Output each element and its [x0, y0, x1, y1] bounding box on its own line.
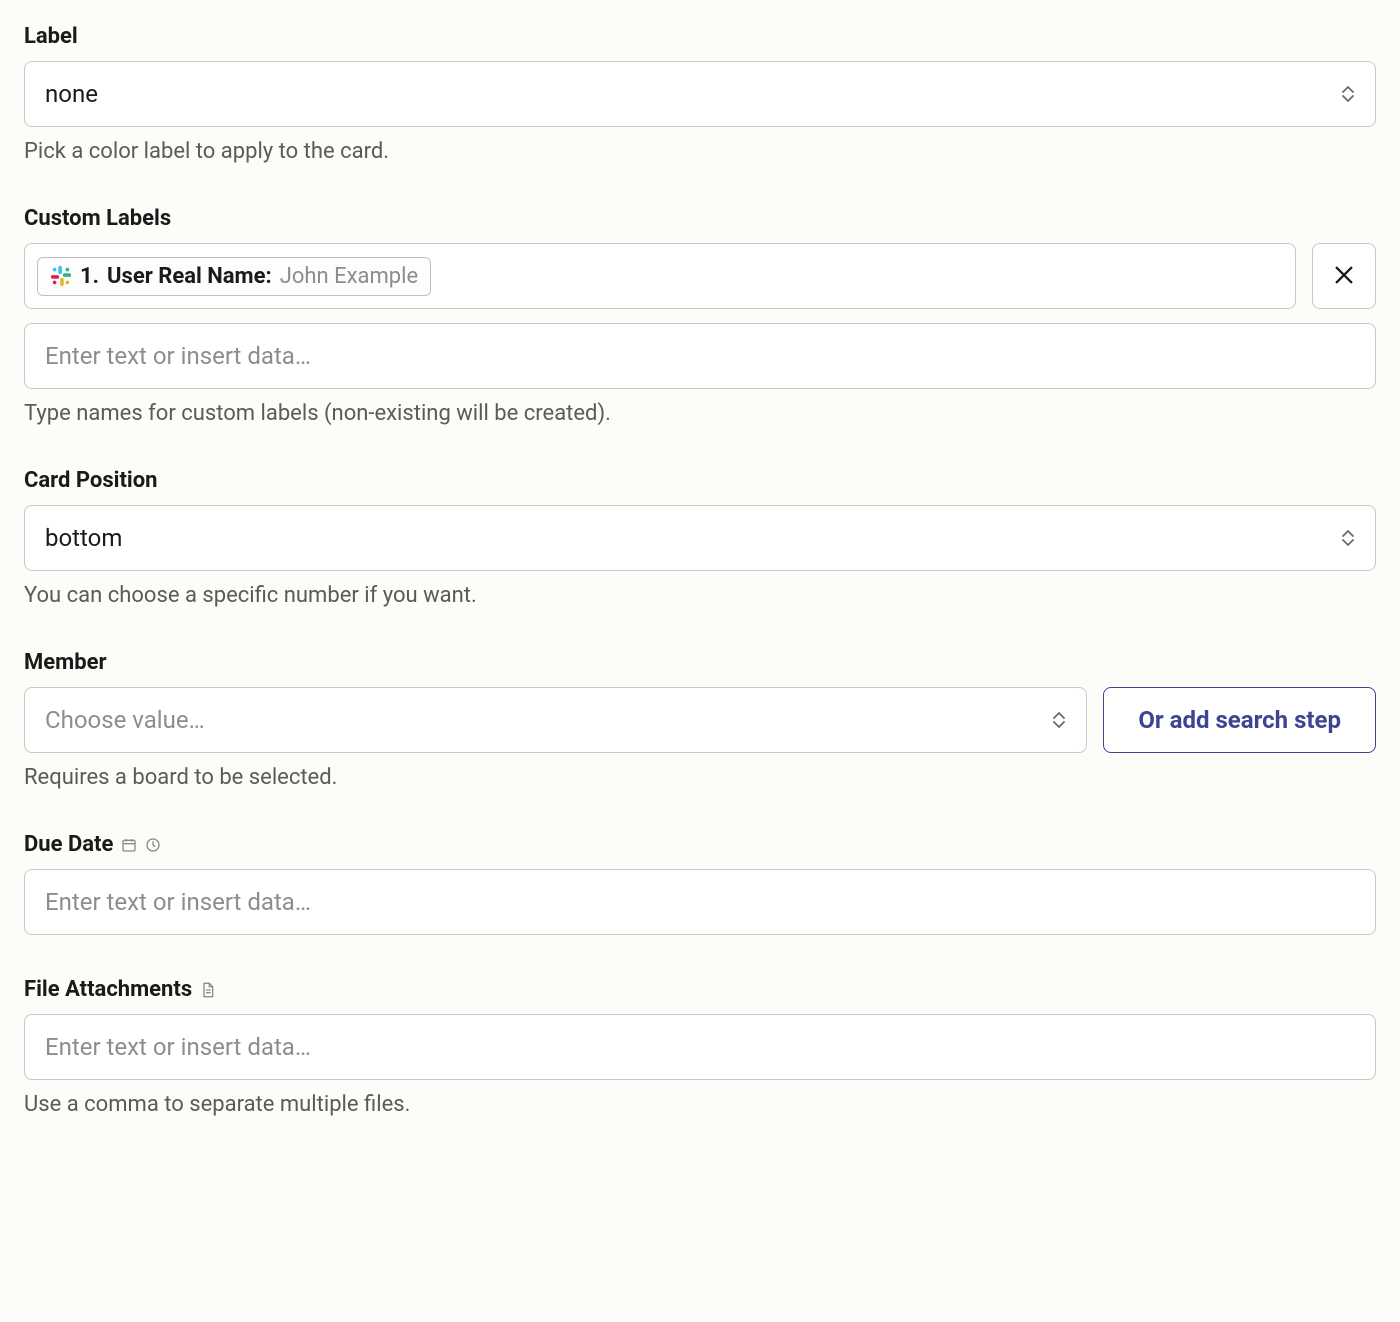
- select-arrows-icon: [1339, 81, 1357, 107]
- label-help: Pick a color label to apply to the card.: [24, 139, 1376, 164]
- label-select-value: none: [45, 80, 98, 108]
- calendar-icon: [121, 837, 137, 853]
- due-date-input[interactable]: [24, 869, 1376, 935]
- clock-icon: [145, 837, 161, 853]
- label-title: Label: [24, 24, 1376, 49]
- file-attachments-input[interactable]: [24, 1014, 1376, 1080]
- card-position-select[interactable]: bottom: [24, 505, 1376, 571]
- file-attachments-title-row: File Attachments: [24, 977, 1376, 1002]
- member-help: Requires a board to be selected.: [24, 765, 1376, 790]
- custom-labels-title: Custom Labels: [24, 206, 1376, 231]
- due-date-title: Due Date: [24, 832, 113, 857]
- member-select[interactable]: Choose value…: [24, 687, 1087, 753]
- custom-labels-pill[interactable]: 1. User Real Name: John Example: [37, 257, 431, 296]
- member-placeholder: Choose value…: [45, 706, 205, 734]
- field-member: Member Choose value… Or add search step …: [24, 650, 1376, 790]
- pill-value: John Example: [280, 264, 418, 289]
- file-attachments-title: File Attachments: [24, 977, 192, 1002]
- add-search-step-button[interactable]: Or add search step: [1103, 687, 1376, 753]
- file-attachments-help: Use a comma to separate multiple files.: [24, 1092, 1376, 1117]
- custom-labels-value-input[interactable]: 1. User Real Name: John Example: [24, 243, 1296, 309]
- field-file-attachments: File Attachments Use a comma to separate…: [24, 977, 1376, 1117]
- field-label: Label none Pick a color label to apply t…: [24, 24, 1376, 164]
- select-arrows-icon: [1050, 707, 1068, 733]
- field-card-position: Card Position bottom You can choose a sp…: [24, 468, 1376, 608]
- custom-labels-add-input[interactable]: [24, 323, 1376, 389]
- due-date-title-row: Due Date: [24, 832, 1376, 857]
- label-select[interactable]: none: [24, 61, 1376, 127]
- custom-labels-help: Type names for custom labels (non-existi…: [24, 401, 1376, 426]
- field-due-date: Due Date: [24, 832, 1376, 935]
- field-custom-labels: Custom Labels: [24, 206, 1376, 426]
- card-position-value: bottom: [45, 524, 122, 552]
- pill-key: User Real Name:: [107, 264, 272, 289]
- card-position-title: Card Position: [24, 468, 1376, 493]
- remove-custom-label-button[interactable]: [1312, 243, 1376, 309]
- select-arrows-icon: [1339, 525, 1357, 551]
- close-icon: [1333, 264, 1355, 289]
- slack-icon: [50, 265, 72, 287]
- pill-index: 1.: [80, 264, 99, 289]
- file-icon: [200, 982, 216, 998]
- member-title: Member: [24, 650, 1376, 675]
- card-position-help: You can choose a specific number if you …: [24, 583, 1376, 608]
